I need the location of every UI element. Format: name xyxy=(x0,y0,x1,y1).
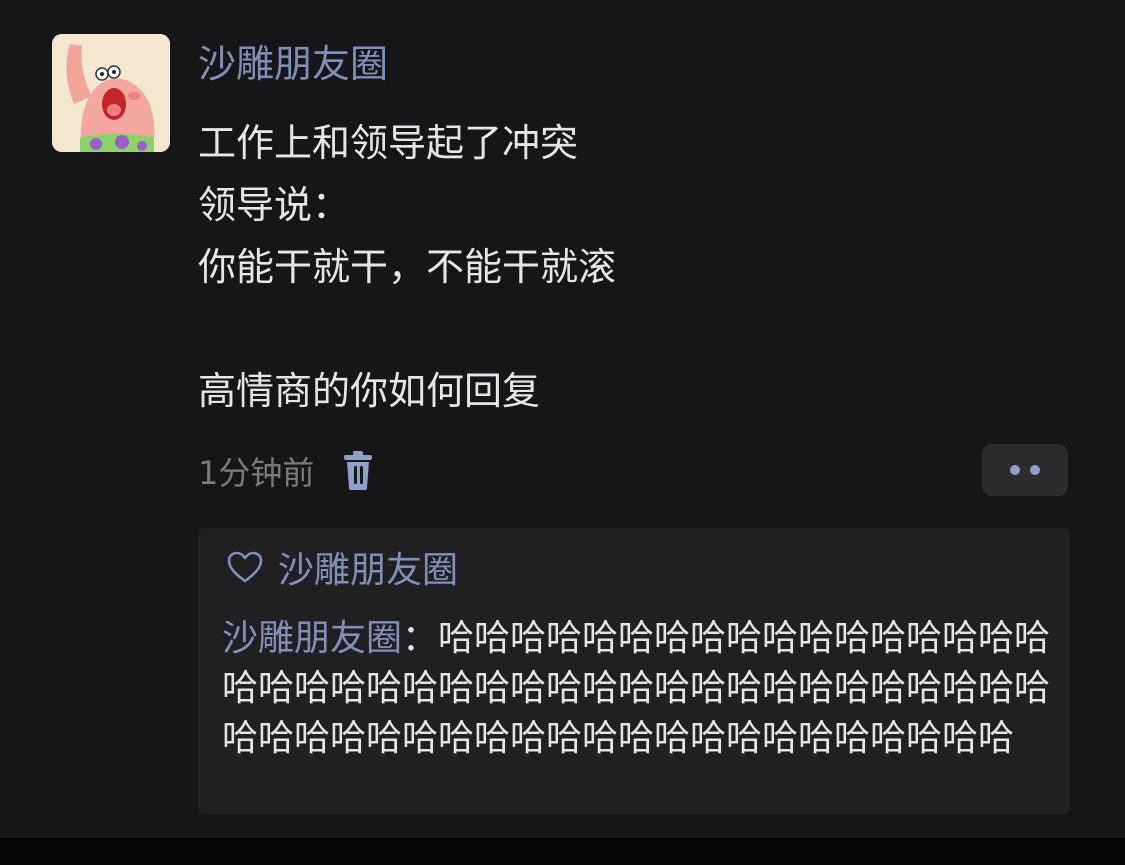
liker-name[interactable]: 沙雕朋友圈 xyxy=(278,541,458,593)
comment-author[interactable]: 沙雕朋友圈 xyxy=(222,618,402,659)
comment-separator: ： xyxy=(402,618,439,659)
post-meta: 1分钟前 xyxy=(198,448,376,494)
post-line-blank xyxy=(198,298,1058,360)
trash-icon[interactable] xyxy=(340,451,376,491)
likes-row: 沙雕朋友圈 xyxy=(226,542,458,592)
more-dots-icon xyxy=(1030,465,1040,475)
heart-icon xyxy=(226,550,264,584)
post-line: 你能干就干，不能干就滚 xyxy=(198,245,617,289)
comment-item[interactable]: 沙雕朋友圈：哈哈哈哈哈哈哈哈哈哈哈哈哈哈哈哈哈哈哈哈哈哈哈哈哈哈哈哈哈哈哈哈哈哈… xyxy=(222,614,1052,764)
moments-post-screen: 沙雕朋友圈 工作上和领导起了冲突 领导说： 你能干就干，不能干就滚 高情商的你如… xyxy=(0,0,1125,838)
more-button[interactable] xyxy=(982,444,1068,496)
more-dots-icon xyxy=(1010,465,1020,475)
post-timestamp: 1分钟前 xyxy=(198,454,315,492)
post-content: 工作上和领导起了冲突 领导说： 你能干就干，不能干就滚 高情商的你如何回复 xyxy=(198,112,1058,422)
bottom-bar xyxy=(0,838,1125,865)
post-line: 工作上和领导起了冲突 xyxy=(198,121,579,165)
likes-comments-panel: 沙雕朋友圈 沙雕朋友圈：哈哈哈哈哈哈哈哈哈哈哈哈哈哈哈哈哈哈哈哈哈哈哈哈哈哈哈哈… xyxy=(198,528,1070,814)
avatar[interactable] xyxy=(52,34,170,152)
post-author-name[interactable]: 沙雕朋友圈 xyxy=(198,38,388,90)
post-line: 高情商的你如何回复 xyxy=(198,369,541,413)
post-line: 领导说： xyxy=(198,183,351,227)
